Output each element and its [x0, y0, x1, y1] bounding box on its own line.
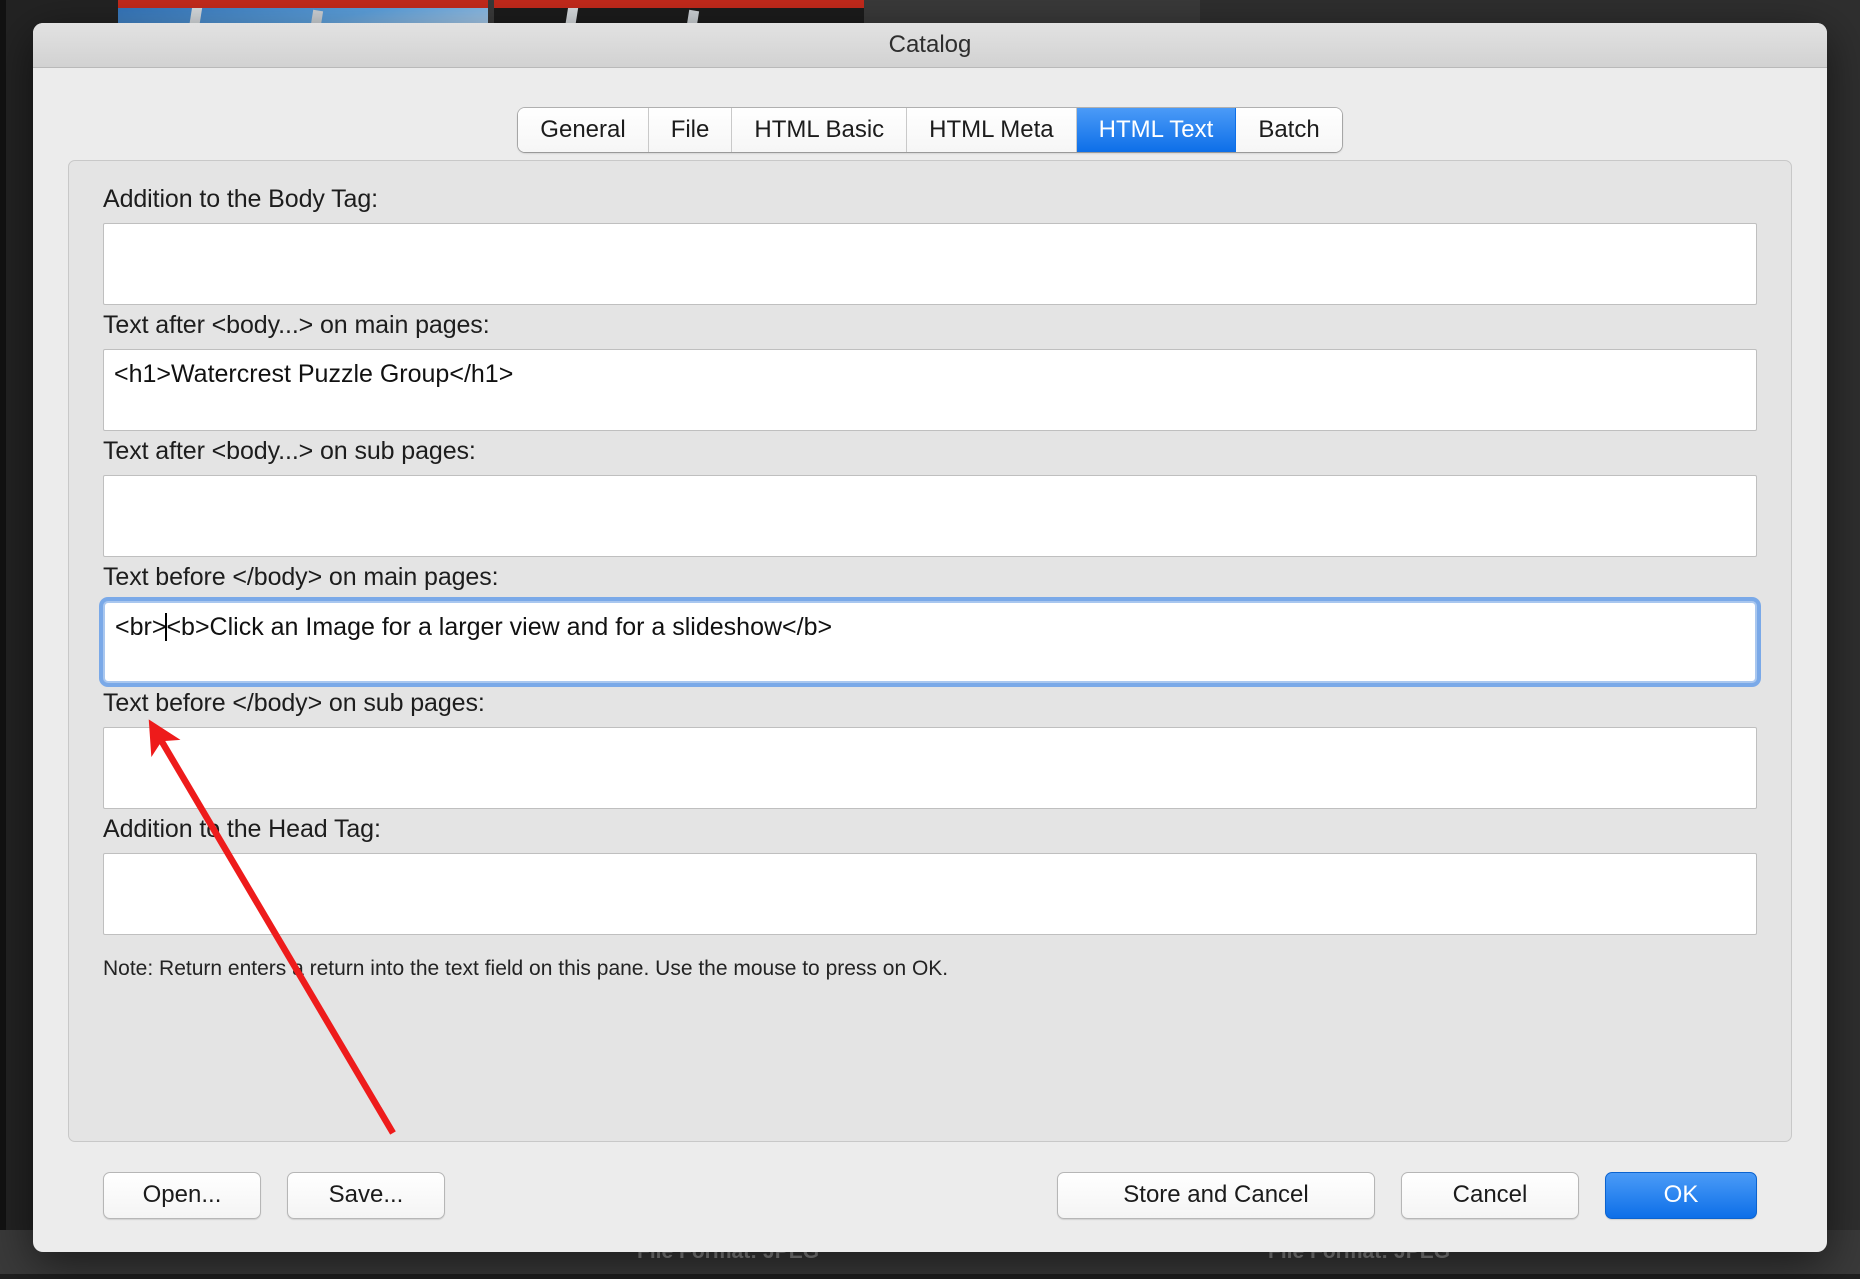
input-head-tag-addition[interactable] — [103, 853, 1757, 935]
field-head-tag-addition: Addition to the Head Tag: — [103, 815, 1757, 935]
input-after-body-sub[interactable] — [103, 475, 1757, 557]
html-text-panel: Addition to the Body Tag: Text after <bo… — [68, 160, 1792, 1142]
tab-html-meta[interactable]: HTML Meta — [907, 108, 1077, 152]
input-after-body-main[interactable]: <h1>Watercrest Puzzle Group</h1> — [103, 349, 1757, 431]
field-before-body-sub: Text before </body> on sub pages: — [103, 689, 1757, 809]
focus-ring: <br><b>Click an Image for a larger view … — [99, 597, 1761, 687]
background-left-divider — [0, 0, 6, 1274]
field-after-body-main: Text after <body...> on main pages: <h1>… — [103, 311, 1757, 431]
label-head-tag-addition: Addition to the Head Tag: — [103, 815, 381, 843]
dialog-title: Catalog — [888, 31, 972, 58]
dialog-body: General File HTML Basic HTML Meta HTML T… — [33, 68, 1827, 1226]
tab-html-basic[interactable]: HTML Basic — [732, 108, 908, 152]
open-button[interactable]: Open... — [103, 1171, 261, 1219]
input-before-body-sub[interactable] — [103, 727, 1757, 809]
input-text-after-caret: <b>Click an Image for a larger view and … — [166, 613, 833, 641]
dialog-footer: Open... Save... Store and Cancel Cancel … — [68, 1164, 1792, 1226]
input-before-body-main[interactable]: <br><b>Click an Image for a larger view … — [103, 601, 1757, 683]
save-button[interactable]: Save... — [287, 1171, 445, 1219]
tabbar-container: General File HTML Basic HTML Meta HTML T… — [68, 108, 1792, 152]
tab-batch[interactable]: Batch — [1236, 108, 1342, 152]
label-body-tag-addition: Addition to the Body Tag: — [103, 185, 379, 213]
label-after-body-sub: Text after <body...> on sub pages: — [103, 437, 476, 465]
tab-html-text[interactable]: HTML Text — [1076, 108, 1237, 152]
field-before-body-main: Text before </body> on main pages: <br><… — [103, 563, 1757, 687]
footer-right-group: Store and Cancel Cancel OK — [1057, 1171, 1757, 1219]
tab-general[interactable]: General — [518, 108, 649, 152]
catalog-dialog: Catalog General File HTML Basic HTML Met… — [33, 23, 1827, 1252]
label-before-body-main: Text before </body> on main pages: — [103, 563, 499, 591]
store-and-cancel-button[interactable]: Store and Cancel — [1057, 1171, 1375, 1219]
input-body-tag-addition[interactable] — [103, 223, 1757, 305]
tabbar: General File HTML Basic HTML Meta HTML T… — [518, 108, 1342, 152]
field-body-tag-addition: Addition to the Body Tag: — [103, 185, 1757, 305]
pane-note: Note: Return enters a return into the te… — [103, 957, 949, 980]
field-after-body-sub: Text after <body...> on sub pages: — [103, 437, 1757, 557]
input-text-before-caret: <br> — [115, 613, 167, 641]
label-after-body-main: Text after <body...> on main pages: — [103, 311, 490, 339]
tab-file[interactable]: File — [648, 108, 733, 152]
ok-button[interactable]: OK — [1605, 1171, 1757, 1219]
cancel-button[interactable]: Cancel — [1401, 1171, 1579, 1219]
label-before-body-sub: Text before </body> on sub pages: — [103, 689, 485, 717]
dialog-titlebar: Catalog — [33, 23, 1827, 68]
